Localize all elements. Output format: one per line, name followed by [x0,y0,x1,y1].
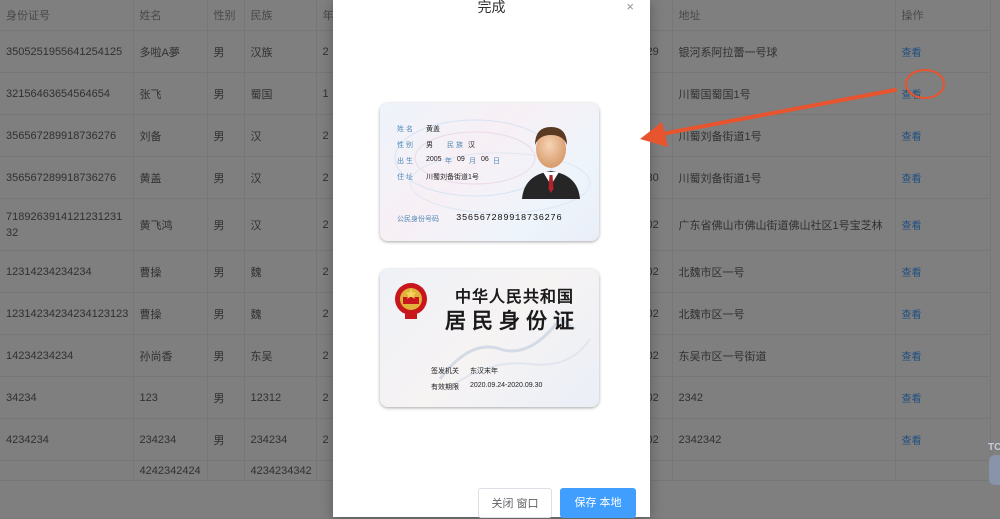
annotation-arrowhead [640,122,668,147]
annotation-overlay [640,69,945,147]
annotation-circle [905,69,945,99]
annotation-arrow [660,88,897,136]
